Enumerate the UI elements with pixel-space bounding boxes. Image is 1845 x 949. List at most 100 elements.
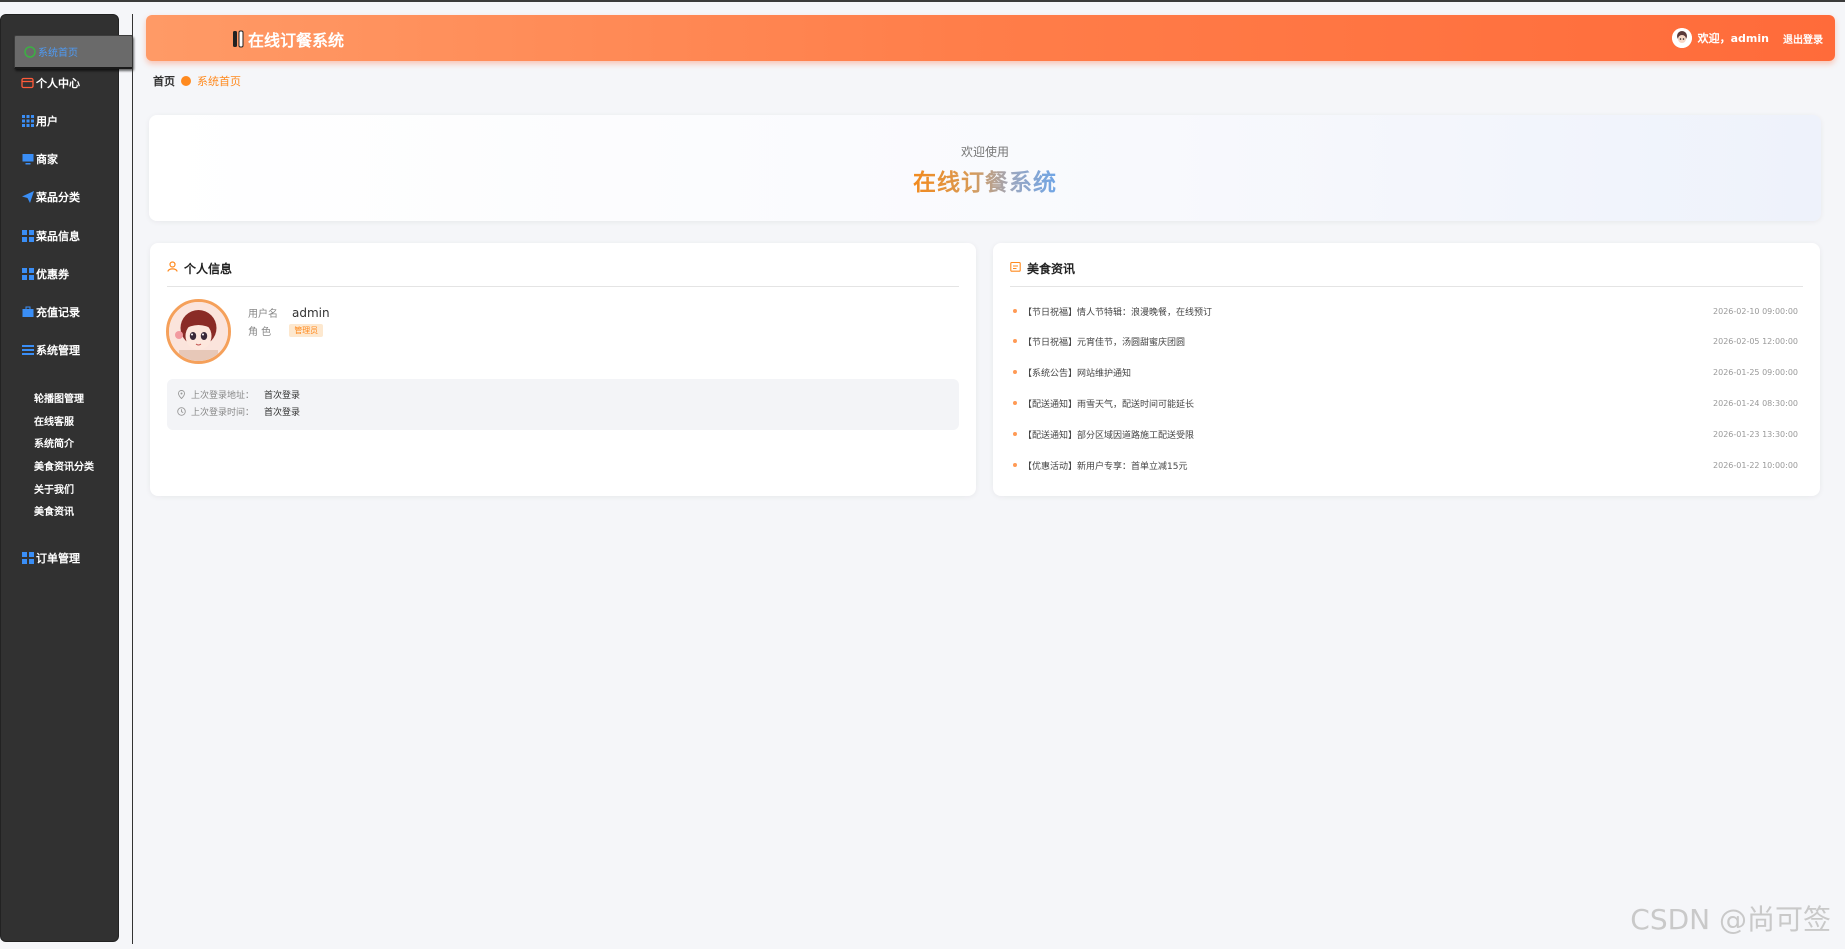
last-login-box: 上次登录地址： 首次登录 上次登录时间： 首次登录 <box>167 379 959 430</box>
app-title-text: 在线订餐系统 <box>248 31 345 50</box>
sidebar-item-users[interactable]: 用户 <box>21 111 58 131</box>
profile-card-header: 个人信息 <box>167 260 959 287</box>
sidebar-item-label: 充值记录 <box>36 306 80 319</box>
sidebar-item-orders[interactable]: 订单管理 <box>21 548 80 568</box>
news-item-title: 【配送通知】部分区域因道路施工配送受限 <box>1023 430 1195 441</box>
bullet-dot-icon <box>1013 339 1017 343</box>
sidebar-item-dish-category[interactable]: 菜品分类 <box>21 187 80 207</box>
news-item[interactable]: 【配送通知】部分区域因道路施工配送受限 2026-01-23 13:30:00 <box>1013 427 1798 441</box>
news-item-title: 【节日祝福】元宵佳节，汤圆甜蜜庆团圆 <box>1023 337 1186 348</box>
news-card: 美食资讯 【节日祝福】情人节特辑：浪漫晚餐，在线预订 2026-02-10 09… <box>993 243 1820 496</box>
last-login-address-row: 上次登录地址： 首次登录 <box>177 388 300 401</box>
news-card-header: 美食资讯 <box>1010 260 1803 287</box>
top-header: 在线订餐系统 欢迎，admin 退出登录 <box>146 15 1835 61</box>
username-label: 用户名 <box>248 309 278 320</box>
news-item[interactable]: 【配送通知】雨雪天气，配送时间可能延长 2026-01-24 08:30:00 <box>1013 396 1798 410</box>
sidebar-subitem-system-intro[interactable]: 系统简介 <box>34 435 74 450</box>
sidebar-subitem-banner[interactable]: 轮播图管理 <box>34 390 84 405</box>
monitor-icon <box>21 153 34 166</box>
logout-button[interactable]: 退出登录 <box>1783 31 1823 46</box>
profile-avatar <box>166 299 231 364</box>
sidebar-subitem-food-news[interactable]: 美食资讯 <box>34 503 74 518</box>
role-label: 角 色 <box>248 327 272 338</box>
sidebar-divider <box>132 14 133 944</box>
sidebar-item-label: 订单管理 <box>36 552 80 565</box>
news-item-title: 【配送通知】雨雪天气，配送时间可能延长 <box>1023 399 1195 410</box>
news-item-time: 2026-01-25 09:00:00 <box>1713 367 1798 377</box>
news-item-title: 【系统公告】网站维护通知 <box>1023 368 1132 379</box>
welcome-subtitle: 欢迎使用 <box>960 145 1009 159</box>
news-item-title: 【优惠活动】新用户专享：首单立减15元 <box>1023 461 1188 472</box>
home-icon <box>23 45 36 58</box>
bullet-dot-icon <box>1013 309 1017 313</box>
welcome-title-text: 在线订餐系统 <box>913 170 1057 196</box>
sidebar-item-label: 优惠券 <box>36 268 69 281</box>
app-title: 在线订餐系统 <box>232 27 344 51</box>
sidebar-item-recharge[interactable]: 充值记录 <box>21 302 80 322</box>
breadcrumb-separator-dot <box>181 76 191 86</box>
breadcrumb-current: 系统首页 <box>197 75 241 88</box>
news-item-time: 2026-01-22 10:00:00 <box>1713 460 1798 470</box>
sidebar-item-coupons[interactable]: 优惠券 <box>21 264 69 284</box>
sidebar-subitem-online-service[interactable]: 在线客服 <box>34 413 74 428</box>
welcome-banner: 欢迎使用 在线订餐系统 <box>149 115 1821 221</box>
sidebar-subitem-news-category[interactable]: 美食资讯分类 <box>34 458 94 473</box>
news-card-title: 美食资讯 <box>1027 262 1076 276</box>
window-top-border <box>0 0 1845 2</box>
user-area: 欢迎，admin 退出登录 <box>1671 28 1823 48</box>
bullet-dot-icon <box>1013 463 1017 467</box>
user-icon <box>167 261 178 272</box>
profile-card-title: 个人信息 <box>184 262 233 276</box>
sidebar-item-merchants[interactable]: 商家 <box>21 149 58 169</box>
last-login-time-label: 上次登录时间： <box>191 408 255 418</box>
last-login-time-value: 首次登录 <box>264 408 301 418</box>
news-icon <box>1010 261 1021 272</box>
sidebar-item-label: 商家 <box>36 153 58 166</box>
breadcrumb-home[interactable]: 首页 <box>153 73 175 89</box>
location-icon <box>178 390 185 399</box>
news-item[interactable]: 【节日祝福】情人节特辑：浪漫晚餐，在线预订 2026-02-10 09:00:0… <box>1013 304 1798 318</box>
news-item-time: 2026-01-24 08:30:00 <box>1713 398 1798 408</box>
list-icon <box>21 344 34 357</box>
sidebar-item-label: 用户 <box>36 115 58 128</box>
sidebar-item-label: 菜品信息 <box>36 230 80 243</box>
bullet-dot-icon <box>1013 370 1017 374</box>
news-item-time: 2026-02-10 09:00:00 <box>1713 306 1798 316</box>
sidebar-item-profile-center[interactable]: 个人中心 <box>21 73 80 93</box>
role-badge: 管理员 <box>289 324 324 337</box>
breadcrumb: 首页 系统首页 <box>153 73 241 89</box>
briefcase-icon <box>21 306 34 319</box>
watermark: CSDN @尚可签 <box>1630 903 1831 936</box>
role-row: 角 色 管理员 <box>248 323 324 338</box>
news-item[interactable]: 【节日祝福】元宵佳节，汤圆甜蜜庆团圆 2026-02-05 12:00:00 <box>1013 334 1798 348</box>
avatar[interactable] <box>1671 28 1692 48</box>
profile-card: 个人信息 用户名 admin 角 色 管理员 上次登录地址： 首次登录 上次登录… <box>150 243 976 496</box>
paper-plane-icon <box>21 191 34 204</box>
welcome-user-text: 欢迎，admin <box>1697 32 1769 45</box>
grid-icon <box>21 230 34 243</box>
news-item[interactable]: 【系统公告】网站维护通知 2026-01-25 09:00:00 <box>1013 365 1798 379</box>
cutlery-icon <box>233 30 244 48</box>
sidebar-subitem-about[interactable]: 关于我们 <box>34 481 74 496</box>
clock-icon <box>177 407 186 416</box>
wallet-icon <box>21 77 34 90</box>
sidebar-item-dish-info[interactable]: 菜品信息 <box>21 226 80 246</box>
last-login-time-row: 上次登录时间： 首次登录 <box>177 405 300 418</box>
grid-icon <box>21 268 34 281</box>
bullet-dot-icon <box>1013 401 1017 405</box>
sidebar-item-home[interactable]: 系统首页 <box>14 35 133 69</box>
news-item-title: 【节日祝福】情人节特辑：浪漫晚餐，在线预订 <box>1023 307 1213 318</box>
last-login-address-label: 上次登录地址： <box>191 391 255 401</box>
grid-icon <box>21 552 34 565</box>
sidebar-item-label: 菜品分类 <box>36 191 80 204</box>
news-item[interactable]: 【优惠活动】新用户专享：首单立减15元 2026-01-22 10:00:00 <box>1013 458 1798 472</box>
last-login-address-value: 首次登录 <box>264 391 301 401</box>
welcome-title: 在线订餐系统 <box>149 163 1821 197</box>
news-item-time: 2026-01-23 13:30:00 <box>1713 429 1798 439</box>
sidebar: 系统首页 个人中心 用户 商家 菜品分类 菜品信息 优惠券 充值记录 系统管理 … <box>0 14 133 942</box>
news-item-time: 2026-02-05 12:00:00 <box>1713 336 1798 346</box>
grid-icon <box>21 115 34 128</box>
sidebar-item-system-admin[interactable]: 系统管理 <box>21 340 80 360</box>
username-row: 用户名 admin <box>248 305 330 321</box>
bullet-dot-icon <box>1013 432 1017 436</box>
